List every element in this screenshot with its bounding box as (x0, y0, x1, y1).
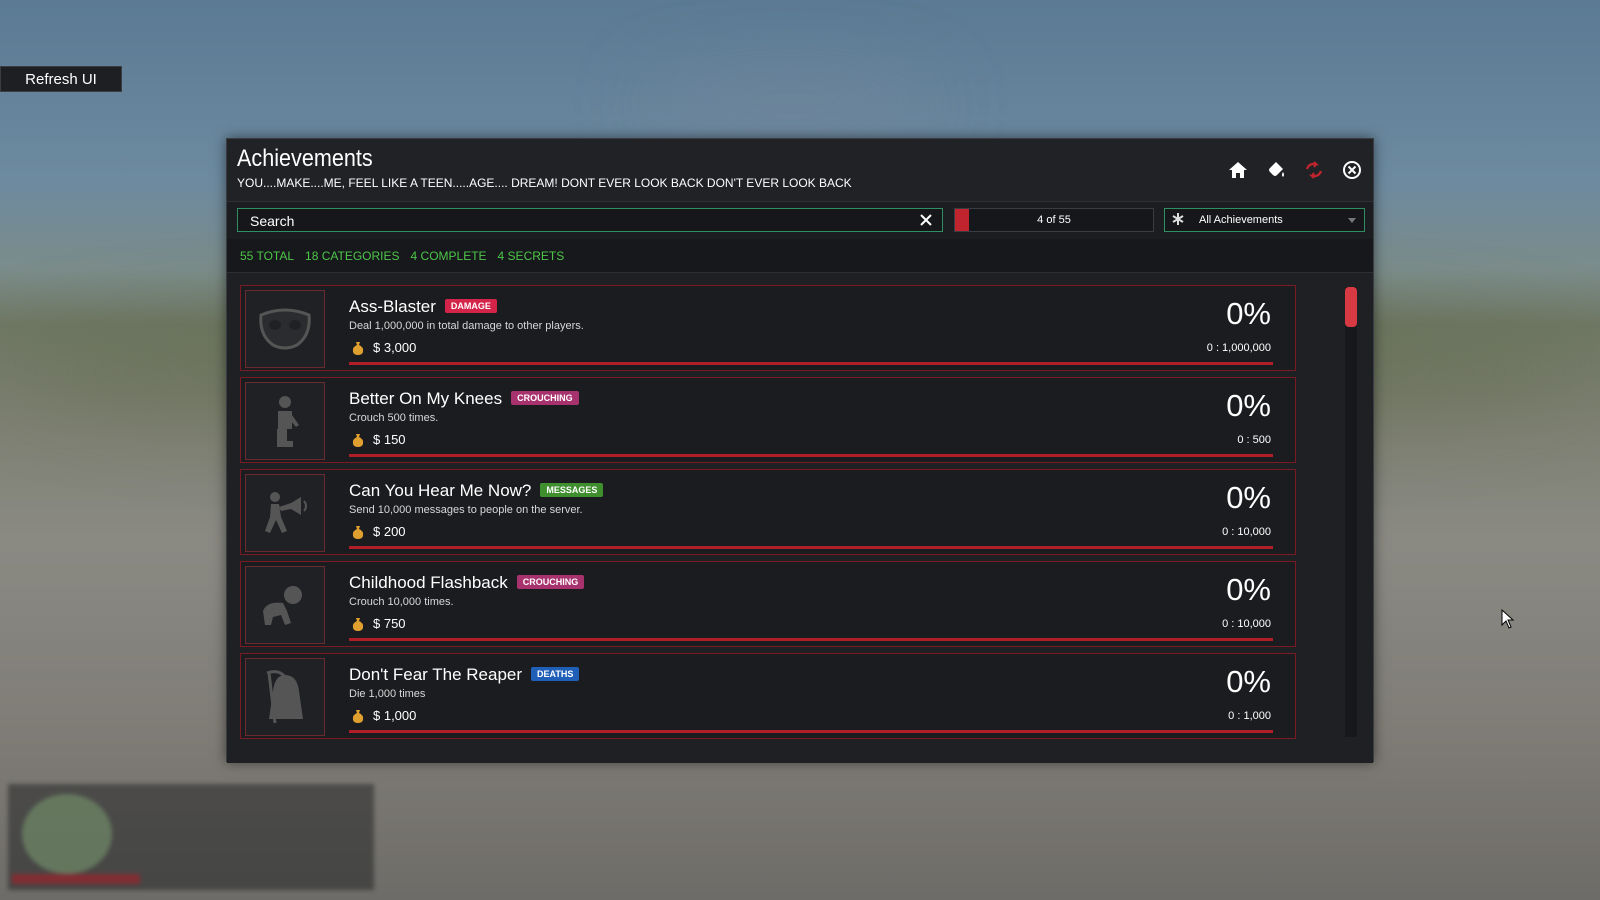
stat-total: 55 TOTAL (240, 248, 295, 263)
achievement-card[interactable]: Can You Hear Me Now? MESSAGES Send 10,000… (240, 469, 1296, 555)
achievement-card[interactable]: Don't Fear The Reaper DEATHS Die 1,000 ti… (240, 653, 1296, 739)
achievement-percent: 0% (1226, 664, 1271, 699)
home-icon[interactable] (1227, 159, 1249, 181)
achievement-progress: 0 : 1,000,000 (1206, 342, 1271, 354)
hud-avatar (22, 794, 112, 874)
achievement-card[interactable]: Ass-Blaster DAMAGE Deal 1,000,000 in tota… (240, 285, 1296, 371)
mouse-cursor-icon (1501, 608, 1515, 634)
page-progress-fill (955, 209, 970, 231)
category-tag: CROUCHING (511, 391, 579, 405)
achievement-name: Don't Fear The Reaper DEATHS (349, 665, 580, 685)
reward-amount: $ 150 (373, 432, 406, 447)
kneeling-person-icon (245, 382, 325, 460)
stat-complete: 4 COMPLETE (410, 248, 487, 263)
achievement-name: Childhood Flashback CROUCHING (349, 573, 585, 593)
category-tag: DAMAGE (444, 299, 497, 313)
achievement-reward: $ 750 (351, 616, 406, 631)
asterisk-icon (1171, 212, 1185, 226)
achievement-description: Send 10,000 messages to people on the se… (349, 504, 583, 516)
achievement-progress-bar (349, 454, 1273, 457)
achievement-name: Better On My Knees CROUCHING (349, 389, 579, 409)
achievement-reward: $ 200 (351, 524, 406, 539)
achievement-description: Deal 1,000,000 in total damage to other … (349, 320, 584, 332)
category-tag: MESSAGES (540, 483, 604, 497)
window-subtitle: YOU....MAKE....ME, FEEL LIKE A TEEN.....… (237, 176, 852, 190)
achievement-progress: 0 : 10,000 (1222, 526, 1271, 538)
mask-icon (245, 290, 325, 368)
achievement-percent: 0% (1226, 572, 1271, 607)
reward-amount: $ 1,000 (373, 708, 417, 723)
achievement-card[interactable]: Better On My Knees CROUCHING Crouch 500 t… (240, 377, 1296, 463)
search-input[interactable] (238, 209, 912, 233)
search-box (237, 208, 943, 233)
stat-secrets: 4 SECRETS (497, 248, 565, 263)
achievement-progress-bar (349, 362, 1273, 365)
scrollbar-thumb[interactable] (1345, 287, 1357, 327)
header-icons (1227, 159, 1363, 181)
money-bag-icon (352, 433, 364, 447)
hud-health-bar (12, 874, 140, 884)
refresh-icon[interactable] (1303, 159, 1325, 181)
window-title: Achievements (237, 145, 373, 172)
achievement-progress: 0 : 10,000 (1222, 618, 1271, 630)
toolbar: 4 of 55 All Achievements (227, 201, 1373, 240)
achievement-name: Can You Hear Me Now? MESSAGES (349, 481, 604, 501)
filter-selected-value: All Achievements (1199, 214, 1283, 226)
achievement-reward: $ 150 (351, 432, 406, 447)
achievement-reward: $ 3,000 (351, 340, 416, 355)
achievement-description: Die 1,000 times (349, 688, 426, 700)
stats-bar: 55 TOTAL 18 CATEGORIES 4 COMPLETE 4 SECR… (227, 239, 1373, 273)
achievement-percent: 0% (1226, 296, 1271, 331)
crawling-baby-icon (245, 566, 325, 644)
clear-search-icon[interactable] (918, 212, 934, 228)
money-bag-icon (352, 341, 364, 355)
achievement-description: Crouch 500 times. (349, 412, 439, 424)
scrollbar[interactable] (1345, 287, 1357, 737)
money-bag-icon (352, 525, 364, 539)
achievement-name: Ass-Blaster DAMAGE (349, 297, 497, 317)
category-tag: DEATHS (531, 667, 580, 681)
achievement-percent: 0% (1226, 388, 1271, 423)
stat-categories: 18 CATEGORIES (305, 248, 400, 263)
chevron-down-icon (1348, 218, 1356, 223)
background-blur-text (640, 80, 940, 130)
achievement-progress-bar (349, 730, 1273, 733)
hud-overlay (8, 784, 374, 890)
achievements-window: Achievements YOU....MAKE....ME, FEEL LIK… (226, 138, 1374, 763)
achievement-progress-bar (349, 546, 1273, 549)
reward-amount: $ 200 (373, 524, 406, 539)
category-filter-select[interactable]: All Achievements (1164, 208, 1365, 232)
page-indicator: 4 of 55 (954, 208, 1154, 232)
achievement-progress-bar (349, 638, 1273, 641)
achievement-reward: $ 1,000 (351, 708, 416, 723)
achievement-list: Ass-Blaster DAMAGE Deal 1,000,000 in tota… (227, 273, 1373, 763)
reward-amount: $ 750 (373, 616, 406, 631)
money-bag-icon (352, 709, 364, 723)
achievement-progress: 0 : 1,000 (1228, 710, 1271, 722)
achievement-card[interactable]: Childhood Flashback CROUCHING Crouch 10,0… (240, 561, 1296, 647)
money-bag-icon (352, 617, 364, 631)
reaper-icon (245, 658, 325, 736)
page-indicator-text: 4 of 55 (1037, 214, 1071, 226)
window-header: Achievements YOU....MAKE....ME, FEEL LIK… (227, 139, 1373, 201)
close-icon[interactable] (1341, 159, 1363, 181)
achievement-progress: 0 : 500 (1237, 434, 1271, 446)
reward-amount: $ 3,000 (373, 340, 417, 355)
achievement-percent: 0% (1226, 480, 1271, 515)
category-tag: CROUCHING (516, 575, 585, 589)
refresh-ui-button[interactable]: Refresh UI (0, 66, 122, 92)
achievement-description: Crouch 10,000 times. (349, 596, 454, 608)
megaphone-person-icon (245, 474, 325, 552)
paint-bucket-icon[interactable] (1265, 159, 1287, 181)
